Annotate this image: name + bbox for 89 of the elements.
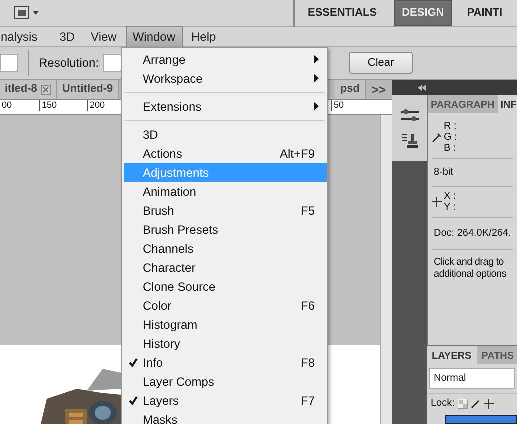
menu-option[interactable]: Character [124,258,327,277]
workspace-button[interactable]: PAINTI [460,0,503,26]
shortcut-label: F7 [300,392,315,410]
move-icon[interactable] [484,398,494,408]
menu-option[interactable]: Animation [124,182,327,201]
ruler-label: 150 [39,100,58,111]
blend-mode-dropdown[interactable]: Normal [429,368,515,389]
menu-option[interactable]: Masks [124,410,327,424]
readout-label: B : [444,143,458,154]
menu-option[interactable]: Histogram [124,315,327,334]
menu-label: Character [143,260,196,276]
menu-label: Info [143,354,164,372]
document-tab[interactable]: psd [335,80,366,99]
readout-label: G : [444,132,458,143]
menu-item[interactable]: nalysis [0,26,45,48]
panel-tab[interactable]: LAYERS [427,346,477,364]
menu-option[interactable]: Brush F5 [124,201,327,220]
menu-option[interactable]: Actions Alt+F9 [124,144,327,163]
clear-button[interactable]: Clear [349,52,414,74]
menu-option[interactable]: Color F6 [124,296,327,315]
menu-label: Actions [143,146,182,162]
menu-label: Color [143,298,172,314]
panel-tab[interactable]: PARAGRAPH [428,95,498,113]
collapse-icon[interactable] [418,84,426,90]
document-tab[interactable]: itled-8 [0,80,58,99]
menu-item[interactable]: View [84,26,124,48]
menu-option[interactable]: Channels [124,239,327,258]
menu-option[interactable]: Layers F7 [124,391,327,410]
menu-option[interactable]: Workspace [124,69,327,88]
ruler-label: 00 [1,100,12,111]
menu-option[interactable]: Extensions [124,97,327,116]
menu-label: History [143,336,180,352]
menu-label: Adjustments [143,164,210,182]
menu-label: Channels [143,240,194,258]
menu-label: Arrange [143,52,186,68]
menu-label: Histogram [143,316,198,334]
lock-label: Lock: [431,397,455,411]
readout-label: R : [444,121,458,132]
layer-row[interactable] [445,415,517,424]
workspace-button[interactable]: DESIGN [394,0,452,26]
menu-label: Masks [143,412,178,424]
menu-item[interactable]: Help [184,26,224,48]
menu-option[interactable]: Brush Presets [124,220,327,239]
sliders-icon[interactable] [400,109,418,123]
checkerboard-icon[interactable] [458,398,468,408]
crosshair-icon [432,197,442,207]
shortcut-label: F8 [300,354,315,372]
tab-label: itled-8 [5,82,38,98]
menu-item[interactable]: 3D [52,26,82,48]
menu-option[interactable]: Arrange [124,50,327,69]
menu-option[interactable]: Layer Comps [124,372,327,391]
panel-tab[interactable]: PATHS [476,346,517,364]
hint-text: additional options [434,269,508,281]
menu-label: 3D [143,126,158,144]
close-icon[interactable] [41,84,52,94]
workspace-button[interactable]: ESSENTIALS [301,0,384,26]
menu-option[interactable]: Info F8 [124,353,327,372]
menu-label: Animation [143,184,196,200]
text-field[interactable] [0,54,18,72]
shortcut-label: Alt+F9 [280,146,315,162]
tabs-overflow-button[interactable]: >> [372,80,386,98]
tab-label: Untitled-9 [62,82,114,98]
menu-label: Extensions [143,98,202,116]
menu-label: Layer Comps [143,374,214,390]
ruler-label: 50 [331,100,344,111]
hint-text: Click and drag to [434,257,505,269]
shortcut-label: F5 [300,202,315,220]
menu-label: Layers [143,392,180,410]
menu-option[interactable]: History [124,334,327,353]
panel-tab[interactable]: INF [498,95,517,113]
menu-label: Brush Presets [143,222,218,238]
resolution-label: Resolution: [39,55,100,72]
document-tab[interactable]: Untitled-9 [57,80,120,99]
readout-label: Y : [444,202,456,213]
menu-label: Clone Source [143,278,216,296]
brush-icon[interactable] [470,398,481,408]
readout-label: X : [444,191,456,202]
stamp-icon[interactable] [400,133,418,149]
document-size: Doc: 264.0K/264. [434,228,512,239]
menu-item[interactable]: Window [126,26,183,48]
screen-mode-icon[interactable] [14,6,40,20]
ruler-label: 200 [87,100,106,111]
menu-label: Brush [143,202,174,220]
bit-depth: 8-bit [434,167,454,178]
shortcut-label: F6 [300,298,315,314]
menu-option[interactable]: 3D [124,125,327,144]
menu-label: Workspace [143,70,203,88]
menu-option[interactable]: Clone Source [124,277,327,296]
tab-label: psd [340,82,360,98]
